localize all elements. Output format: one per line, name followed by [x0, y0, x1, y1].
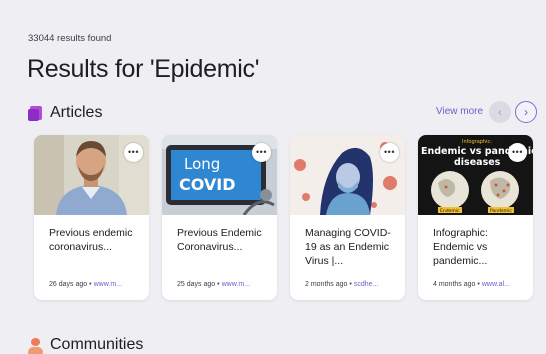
chevron-left-icon: ‹ [498, 105, 502, 119]
article-age: 2 months ago [305, 281, 348, 288]
articles-section-title: Articles [50, 104, 103, 121]
article-meta: 25 days ago • www.m... [177, 281, 250, 288]
articles-icon [28, 105, 43, 121]
carousel-prev-button[interactable]: ‹ [489, 101, 511, 123]
more-options-button[interactable]: ••• [252, 143, 271, 162]
article-source: www.m... [221, 281, 250, 288]
article-card[interactable]: ••• Previous endemic coronavirus... 26 d… [34, 135, 149, 300]
communities-section-header: Communities [28, 334, 143, 354]
communities-section-title: Communities [50, 336, 144, 353]
long-covid-line-1: Long [184, 155, 220, 173]
ellipsis-icon: ••• [128, 147, 139, 157]
separator-dot: • [349, 281, 352, 288]
more-options-button[interactable]: ••• [124, 143, 143, 162]
article-age: 4 months ago [433, 281, 476, 288]
article-source: scdhe... [353, 281, 379, 288]
article-age: 25 days ago [177, 281, 216, 288]
article-title: Previous Endemic Coronavirus... [177, 227, 262, 253]
separator-dot: • [89, 281, 92, 288]
page-title: Results for 'Epidemic' [27, 55, 260, 83]
ellipsis-icon: ••• [512, 147, 523, 157]
chevron-right-icon: › [524, 105, 528, 119]
more-options-button[interactable]: ••• [508, 143, 527, 162]
article-title: Infographic: Endemic vs pandemic... [433, 227, 488, 267]
carousel-next-button[interactable]: › [515, 101, 537, 123]
article-card[interactable]: Long COVID ••• Previous Endemic Coronavi… [162, 135, 277, 300]
ellipsis-icon: ••• [256, 147, 267, 157]
article-meta: 4 months ago • www.al... [433, 281, 510, 288]
article-card[interactable]: Infographic: Endemic vs pandemic disease… [418, 135, 533, 300]
communities-icon [28, 337, 43, 354]
separator-dot: • [477, 281, 480, 288]
more-options-button[interactable]: ••• [380, 143, 399, 162]
article-age: 26 days ago [49, 281, 88, 288]
article-meta: 2 months ago • scdhe... [305, 281, 378, 288]
article-meta: 26 days ago • www.m... [49, 281, 122, 288]
separator-dot: • [217, 281, 220, 288]
long-covid-line-2: COVID [179, 175, 236, 194]
results-count: 33044 results found [28, 33, 112, 44]
view-more-link[interactable]: View more [436, 106, 483, 117]
article-card[interactable]: ••• Managing COVID-19 as an Endemic Viru… [290, 135, 405, 300]
article-title: Previous endemic coronavirus... [49, 227, 133, 253]
infographic-label-endemic: Endemic [440, 208, 460, 214]
article-source: www.m... [93, 281, 122, 288]
article-source: www.al... [481, 281, 510, 288]
articles-section-header: Articles [28, 102, 102, 124]
ellipsis-icon: ••• [384, 147, 395, 157]
infographic-label-pandemic: Pandemic [490, 208, 512, 214]
infographic-heading-line-2: diseases [454, 157, 501, 168]
infographic-small-label: Infographic: [462, 139, 492, 145]
article-title: Managing COVID-19 as an Endemic Virus |.… [305, 227, 391, 267]
